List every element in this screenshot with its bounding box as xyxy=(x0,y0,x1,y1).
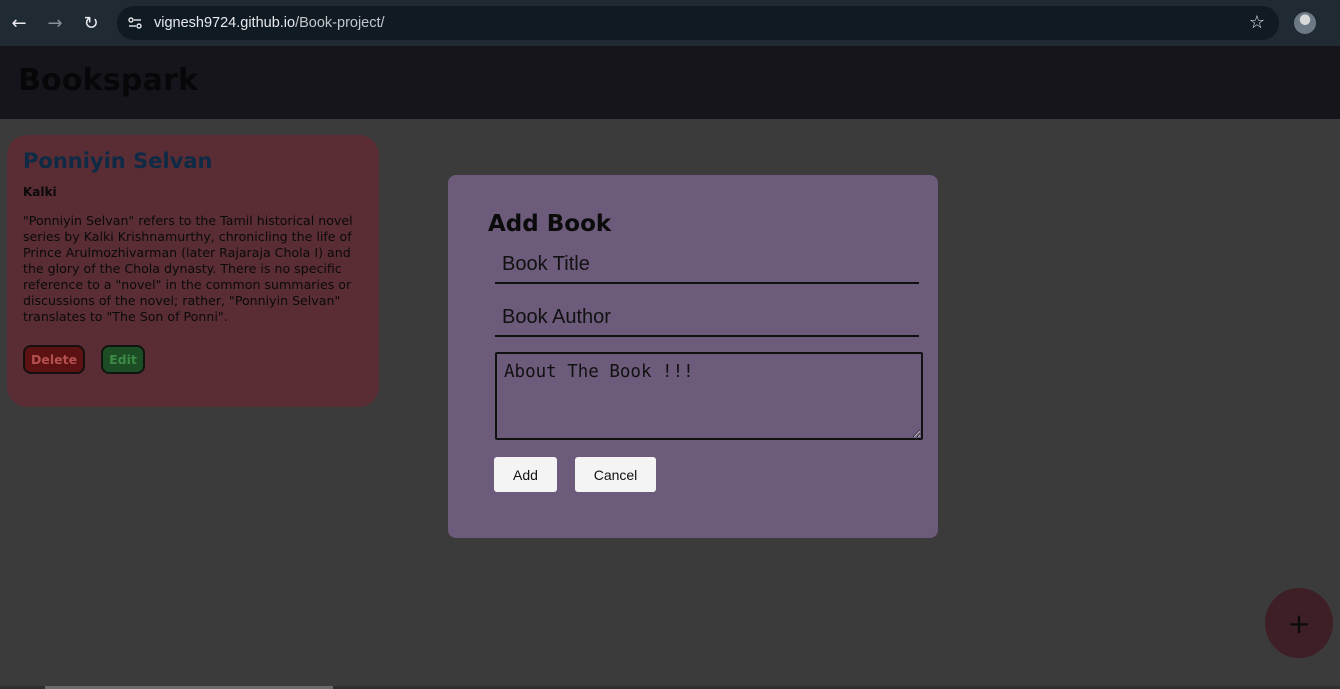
book-title: Ponniyin Selvan xyxy=(23,149,213,173)
card-actions: Delete Edit xyxy=(23,345,363,374)
modal-title: Add Book xyxy=(488,211,612,237)
app-title: Bookspark xyxy=(18,63,199,98)
arrow-left-icon: ← xyxy=(11,12,27,34)
url-host: vignesh9724.github.io xyxy=(154,15,296,31)
profile-avatar[interactable] xyxy=(1294,12,1316,34)
book-author: Kalki xyxy=(23,185,57,199)
add-button[interactable]: Add xyxy=(494,457,557,492)
plus-icon: + xyxy=(1287,606,1311,640)
reload-button[interactable]: ↻ xyxy=(73,5,109,41)
delete-button[interactable]: Delete xyxy=(23,345,86,374)
back-button[interactable]: ← xyxy=(1,5,37,41)
book-description: "Ponniyin Selvan" refers to the Tamil hi… xyxy=(23,213,353,324)
site-info-icon[interactable] xyxy=(119,7,151,39)
url-text: vignesh9724.github.io/Book-project/ xyxy=(154,15,385,31)
arrow-right-icon: → xyxy=(47,12,63,34)
add-book-fab[interactable]: + xyxy=(1265,588,1333,658)
cancel-button[interactable]: Cancel xyxy=(575,457,656,492)
book-card: Ponniyin Selvan Kalki "Ponniyin Selvan" … xyxy=(7,135,379,407)
about-book-textarea[interactable] xyxy=(495,352,923,440)
edit-button[interactable]: Edit xyxy=(101,345,145,374)
browser-toolbar: ← → ↻ vignesh9724.github.io/Book-project… xyxy=(0,0,1340,46)
book-title-input[interactable] xyxy=(495,246,919,284)
address-bar[interactable]: vignesh9724.github.io/Book-project/ ☆ xyxy=(117,6,1279,40)
add-book-modal: Add Book Add Cancel xyxy=(448,175,938,538)
book-author-input[interactable] xyxy=(495,299,919,337)
browser-menu-button[interactable] xyxy=(1334,12,1338,34)
url-path: /Book-project/ xyxy=(295,15,385,31)
app-header: Bookspark xyxy=(0,46,1340,119)
star-icon[interactable]: ☆ xyxy=(1249,13,1265,33)
forward-button[interactable]: → xyxy=(37,5,73,41)
reload-icon: ↻ xyxy=(83,12,99,34)
